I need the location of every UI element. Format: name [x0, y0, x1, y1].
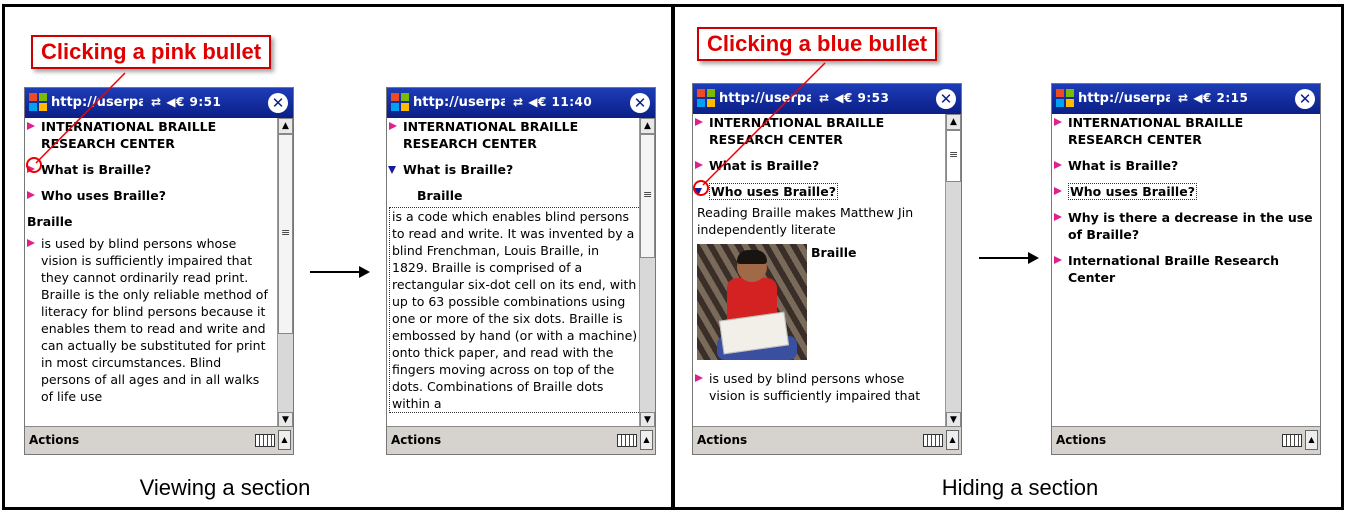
page-content: INTERNATIONAL BRAILLE RESEARCH CENTER Wha…	[1052, 114, 1320, 428]
pocketpc-screen-d: http://userpages.u ⇄ ◀€ 2:15 ✕ INTERNATI…	[1051, 83, 1321, 455]
click-highlight-circle	[26, 157, 42, 173]
scroll-thumb[interactable]	[946, 130, 961, 182]
actions-menu[interactable]: Actions	[391, 433, 441, 447]
caption-viewing: Viewing a section	[139, 475, 311, 500]
pink-bullet-icon[interactable]	[695, 118, 703, 126]
menu-bar: Actions ▲	[1052, 426, 1320, 454]
braille-heading: Braille	[417, 188, 463, 203]
page-content: INTERNATIONAL BRAILLE RESEARCH CENTER Wha…	[693, 114, 947, 428]
keyboard-icon[interactable]	[1282, 434, 1302, 447]
url-text: http://userpages.	[413, 95, 505, 110]
pink-bullet-icon[interactable]	[389, 122, 397, 130]
pink-bullet-icon[interactable]	[27, 239, 35, 247]
pink-bullet-icon[interactable]	[695, 161, 703, 169]
list-item[interactable]: INTERNATIONAL BRAILLE RESEARCH CENTER	[25, 118, 279, 152]
section-what-is-braille[interactable]: What is Braille?	[387, 161, 641, 178]
actions-menu[interactable]: Actions	[697, 433, 747, 447]
status-indicators: ⇄ ◀€ 2:15	[1178, 91, 1249, 105]
panel-hiding-section: Clicking a blue bullet http://userpages.…	[673, 4, 1344, 510]
body-paragraph: is used by blind persons whose vision is…	[25, 235, 279, 405]
input-panel-arrow-icon[interactable]: ▲	[946, 430, 959, 450]
transition-arrow	[979, 252, 1039, 264]
transition-arrow	[310, 266, 370, 278]
actions-menu[interactable]: Actions	[1056, 433, 1106, 447]
title-bar: http://userpages.u ⇄ ◀€ 9:53 ✕	[693, 84, 961, 114]
blue-bullet-icon[interactable]	[388, 166, 396, 174]
pink-bullet-icon[interactable]	[1054, 213, 1062, 221]
scroll-up-icon[interactable]: ▲	[640, 118, 655, 134]
input-panel-arrow-icon[interactable]: ▲	[1305, 430, 1318, 450]
section-who-uses-braille[interactable]: Who uses Braille?	[25, 187, 279, 204]
close-icon[interactable]: ✕	[630, 93, 650, 113]
callout-pink-bullet: Clicking a pink bullet	[31, 35, 272, 69]
pink-bullet-icon[interactable]	[27, 122, 35, 130]
scrollbar[interactable]: ▲ ▼	[277, 118, 293, 428]
status-indicators: ⇄ ◀€ 11:40	[513, 95, 593, 109]
photo-matthew-jin	[697, 244, 807, 360]
scroll-up-icon[interactable]: ▲	[946, 114, 961, 130]
actions-menu[interactable]: Actions	[29, 433, 79, 447]
title-bar: http://userpages.u ⇄ ◀€ 2:15 ✕	[1052, 84, 1320, 114]
keyboard-icon[interactable]	[617, 434, 637, 447]
section-who-uses-braille[interactable]: Who uses Braille?	[1052, 183, 1320, 200]
list-item[interactable]: INTERNATIONAL BRAILLE RESEARCH CENTER	[1052, 114, 1320, 148]
keyboard-icon[interactable]	[923, 434, 943, 447]
scroll-up-icon[interactable]: ▲	[278, 118, 293, 134]
scrollbar[interactable]: ▲ ▼	[639, 118, 655, 428]
url-text: http://userpages.u	[51, 95, 143, 110]
url-text: http://userpages.u	[719, 91, 811, 106]
pink-bullet-icon[interactable]	[1054, 256, 1062, 264]
section-ibrc[interactable]: International Braille Research Center	[1052, 252, 1320, 286]
section-why-decrease[interactable]: Why is there a decrease in the use of Br…	[1052, 209, 1320, 243]
windows-logo-icon[interactable]	[1056, 89, 1075, 108]
section-what-is-braille[interactable]: What is Braille?	[25, 161, 279, 178]
menu-bar: Actions ▲	[693, 426, 961, 454]
windows-logo-icon[interactable]	[697, 89, 716, 108]
input-panel-arrow-icon[interactable]: ▲	[278, 430, 291, 450]
panel-viewing-section: Clicking a pink bullet http://userpages.…	[2, 4, 674, 510]
close-icon[interactable]: ✕	[1295, 89, 1315, 109]
photo-description: Reading Braille makes Matthew Jin indepe…	[697, 205, 914, 237]
title-bar: http://userpages.u ⇄ ◀€ 9:51 ✕	[25, 88, 293, 118]
list-item[interactable]: INTERNATIONAL BRAILLE RESEARCH CENTER	[387, 118, 641, 152]
pink-bullet-icon[interactable]	[1054, 161, 1062, 169]
pocketpc-screen-a: http://userpages.u ⇄ ◀€ 9:51 ✕ INTERNATI…	[24, 87, 294, 455]
status-indicators: ⇄ ◀€ 9:53	[819, 91, 890, 105]
windows-logo-icon[interactable]	[391, 93, 410, 112]
menu-bar: Actions ▲	[25, 426, 293, 454]
list-item[interactable]: INTERNATIONAL BRAILLE RESEARCH CENTER	[693, 114, 947, 148]
status-indicators: ⇄ ◀€ 9:51	[151, 95, 222, 109]
pocketpc-screen-b: http://userpages. ⇄ ◀€ 11:40 ✕ INTERNATI…	[386, 87, 656, 455]
input-panel-arrow-icon[interactable]: ▲	[640, 430, 653, 450]
click-highlight-circle	[693, 180, 709, 196]
body-paragraph: is used by blind persons whose vision is…	[693, 370, 947, 404]
section-who-uses-braille[interactable]: Who uses Braille?	[693, 183, 947, 200]
page-content: INTERNATIONAL BRAILLE RESEARCH CENTER Wha…	[25, 118, 279, 428]
section-what-is-braille[interactable]: What is Braille?	[1052, 157, 1320, 174]
pink-bullet-icon[interactable]	[1054, 187, 1062, 195]
pink-bullet-icon[interactable]	[27, 191, 35, 199]
scroll-thumb[interactable]	[278, 134, 293, 334]
pink-bullet-icon[interactable]	[695, 374, 703, 382]
photo-caption-braille: Braille	[811, 245, 857, 260]
section-what-is-braille[interactable]: What is Braille?	[693, 157, 947, 174]
scrollbar[interactable]: ▲ ▼	[945, 114, 961, 428]
close-icon[interactable]: ✕	[268, 93, 288, 113]
scroll-thumb[interactable]	[640, 134, 655, 258]
windows-logo-icon[interactable]	[29, 93, 48, 112]
keyboard-icon[interactable]	[255, 434, 275, 447]
menu-bar: Actions ▲	[387, 426, 655, 454]
url-text: http://userpages.u	[1078, 91, 1170, 106]
expanded-section-body: is a code which enables blind persons to…	[389, 207, 641, 413]
pocketpc-screen-c: http://userpages.u ⇄ ◀€ 9:53 ✕ INTERNATI…	[692, 83, 962, 455]
braille-heading: Braille	[27, 214, 73, 229]
close-icon[interactable]: ✕	[936, 89, 956, 109]
title-bar: http://userpages. ⇄ ◀€ 11:40 ✕	[387, 88, 655, 118]
photo-block: Braille	[693, 244, 947, 362]
callout-blue-bullet: Clicking a blue bullet	[697, 27, 938, 61]
pink-bullet-icon[interactable]	[1054, 118, 1062, 126]
caption-hiding: Hiding a section	[941, 475, 1099, 500]
page-content: INTERNATIONAL BRAILLE RESEARCH CENTER Wha…	[387, 118, 641, 428]
